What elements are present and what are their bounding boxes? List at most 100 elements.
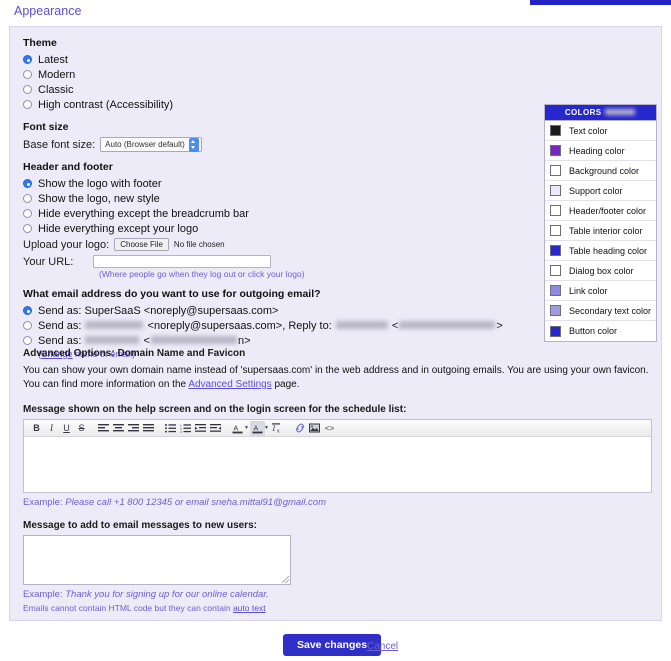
header-footer-option-hide-except-logo[interactable]: Hide everything except your logo xyxy=(23,222,543,235)
color-label: Text color xyxy=(569,125,608,136)
header-footer-option-hide-except-breadcrumb[interactable]: Hide everything except the breadcrumb ba… xyxy=(23,207,543,220)
color-swatch-table-heading[interactable] xyxy=(550,245,561,256)
example-text: Thank you for signing up for our online … xyxy=(65,589,269,600)
header-footer-option-logo-new-style[interactable]: Show the logo, new style xyxy=(23,192,543,205)
color-row-link[interactable]: Link color xyxy=(545,281,656,301)
base-font-size-row: Base font size: Auto (Browser default) xyxy=(23,137,543,152)
color-swatch-background[interactable] xyxy=(550,165,561,176)
color-swatch-support[interactable] xyxy=(550,185,561,196)
color-swatch-button[interactable] xyxy=(550,325,561,337)
email-option-custom-reply-to[interactable]: Send as: <noreply@supersaas.com>, Reply … xyxy=(23,319,543,332)
color-label: Secondary text color xyxy=(569,305,652,316)
theme-option-modern[interactable]: Modern xyxy=(23,68,543,81)
color-swatch-heading[interactable] xyxy=(550,145,561,156)
source-code-icon[interactable]: <> xyxy=(322,421,337,436)
color-row-dialog-box[interactable]: Dialog box color xyxy=(545,261,656,281)
color-swatch-secondary-text[interactable] xyxy=(550,305,561,316)
radio-icon[interactable] xyxy=(23,209,32,218)
email-option-supersaas-default[interactable]: Send as: SuperSaaS <noreply@supersaas.co… xyxy=(23,304,543,317)
indent-icon[interactable] xyxy=(193,421,208,436)
example-prefix: Example: xyxy=(23,497,66,508)
underline-icon[interactable]: U xyxy=(59,421,74,436)
upload-logo-label: Upload your logo: xyxy=(23,238,110,251)
radio-icon[interactable] xyxy=(23,70,32,79)
radio-icon[interactable] xyxy=(23,224,32,233)
radio-icon[interactable] xyxy=(23,306,32,315)
appearance-settings-panel: Theme Latest Modern Classic High contras… xyxy=(9,26,662,621)
choose-file-button[interactable]: Choose File xyxy=(114,238,169,251)
email-option-label: Send as: SuperSaaS <noreply@supersaas.co… xyxy=(38,304,279,317)
color-row-table-interior[interactable]: Table interior color xyxy=(545,221,656,241)
theme-option-high-contrast[interactable]: High contrast (Accessibility) xyxy=(23,98,543,111)
color-swatch-header-footer[interactable] xyxy=(550,205,561,216)
color-row-button[interactable]: Button color xyxy=(545,321,656,341)
your-url-input[interactable] xyxy=(93,255,271,268)
note-prefix: Emails cannot contain HTML code but they… xyxy=(23,603,233,613)
stepper-icon[interactable] xyxy=(188,137,199,152)
numbered-list-icon[interactable]: 123 xyxy=(178,421,193,436)
cancel-link[interactable]: Cancel xyxy=(367,641,398,652)
new-user-message-example: Example: Thank you for signing up for ou… xyxy=(23,589,657,600)
new-user-message-textarea[interactable] xyxy=(24,536,290,584)
theme-option-classic[interactable]: Classic xyxy=(23,83,543,96)
advanced-body-part1: You can show your own domain name instea… xyxy=(23,365,649,390)
theme-option-label: Latest xyxy=(38,53,68,66)
color-row-secondary-text[interactable]: Secondary text color xyxy=(545,301,656,321)
color-label: Header/footer color xyxy=(569,205,647,216)
header-footer-heading: Header and footer xyxy=(23,161,113,173)
color-row-background[interactable]: Background color xyxy=(545,161,656,181)
color-row-heading[interactable]: Heading color xyxy=(545,141,656,161)
align-center-icon[interactable] xyxy=(111,421,126,436)
color-swatch-table-interior[interactable] xyxy=(550,225,561,236)
color-row-table-heading[interactable]: Table heading color xyxy=(545,241,656,261)
base-font-size-select[interactable]: Auto (Browser default) xyxy=(100,137,202,152)
align-left-icon[interactable] xyxy=(96,421,111,436)
color-label: Dialog box color xyxy=(569,265,634,276)
help-message-textarea[interactable] xyxy=(24,437,651,492)
bullet-list-icon[interactable] xyxy=(163,421,178,436)
radio-icon[interactable] xyxy=(23,179,32,188)
email-option-suffix: < xyxy=(391,319,399,332)
align-justify-icon[interactable] xyxy=(141,421,156,436)
clear-formatting-icon[interactable]: Ix xyxy=(270,421,285,436)
example-text: Please call +1 800 12345 or email sneha.… xyxy=(65,497,326,508)
header-footer-option-logo-with-footer[interactable]: Show the logo with footer xyxy=(23,177,543,190)
your-url-row: Your URL: xyxy=(23,255,543,268)
theme-option-latest[interactable]: Latest xyxy=(23,53,543,66)
help-message-editor[interactable]: B I U S 1 2 3 A ▼ A ▼ I x <> xyxy=(23,419,652,493)
svg-text:I: I xyxy=(272,424,276,433)
help-message-example: Example: Please call +1 800 12345 or ema… xyxy=(23,497,657,508)
image-icon[interactable] xyxy=(307,421,322,436)
strikethrough-icon[interactable]: S xyxy=(74,421,89,436)
highlight-color-icon[interactable]: A xyxy=(250,420,265,436)
align-right-icon[interactable] xyxy=(126,421,141,436)
radio-icon[interactable] xyxy=(23,85,32,94)
link-icon[interactable] xyxy=(292,421,307,436)
new-user-message-textarea-wrap xyxy=(23,535,291,585)
new-user-message-label: Message to add to email messages to new … xyxy=(23,520,257,531)
radio-icon[interactable] xyxy=(23,194,32,203)
colors-reset-link[interactable] xyxy=(605,108,636,115)
color-row-text[interactable]: Text color xyxy=(545,121,656,141)
color-swatch-dialog-box[interactable] xyxy=(550,265,561,276)
color-row-support[interactable]: Support color xyxy=(545,181,656,201)
auto-text-link[interactable]: auto text xyxy=(233,603,266,613)
header-footer-option-label: Hide everything except your logo xyxy=(38,222,199,235)
advanced-settings-link[interactable]: Advanced Settings xyxy=(188,379,271,390)
color-swatch-link[interactable] xyxy=(550,285,561,296)
outdent-icon[interactable] xyxy=(208,421,223,436)
form-footer: Save changes Cancel xyxy=(0,625,671,661)
text-color-icon[interactable]: A xyxy=(230,421,245,436)
color-swatch-text[interactable] xyxy=(550,125,561,136)
color-row-header-footer[interactable]: Header/footer color xyxy=(545,201,656,221)
header-footer-option-label: Show the logo, new style xyxy=(38,192,160,205)
header-footer-radio-group: Show the logo with footer Show the logo,… xyxy=(23,177,543,235)
radio-icon[interactable] xyxy=(23,55,32,64)
radio-icon[interactable] xyxy=(23,321,32,330)
bold-icon[interactable]: B xyxy=(29,421,44,436)
radio-icon[interactable] xyxy=(23,100,32,109)
radio-icon[interactable] xyxy=(23,336,32,345)
email-option-label: Send as: <noreply@supersaas.com>, Reply … xyxy=(38,320,503,332)
italic-icon[interactable]: I xyxy=(44,421,59,436)
advanced-options-title: Advanced Options: Domain Name and Favico… xyxy=(23,348,246,359)
